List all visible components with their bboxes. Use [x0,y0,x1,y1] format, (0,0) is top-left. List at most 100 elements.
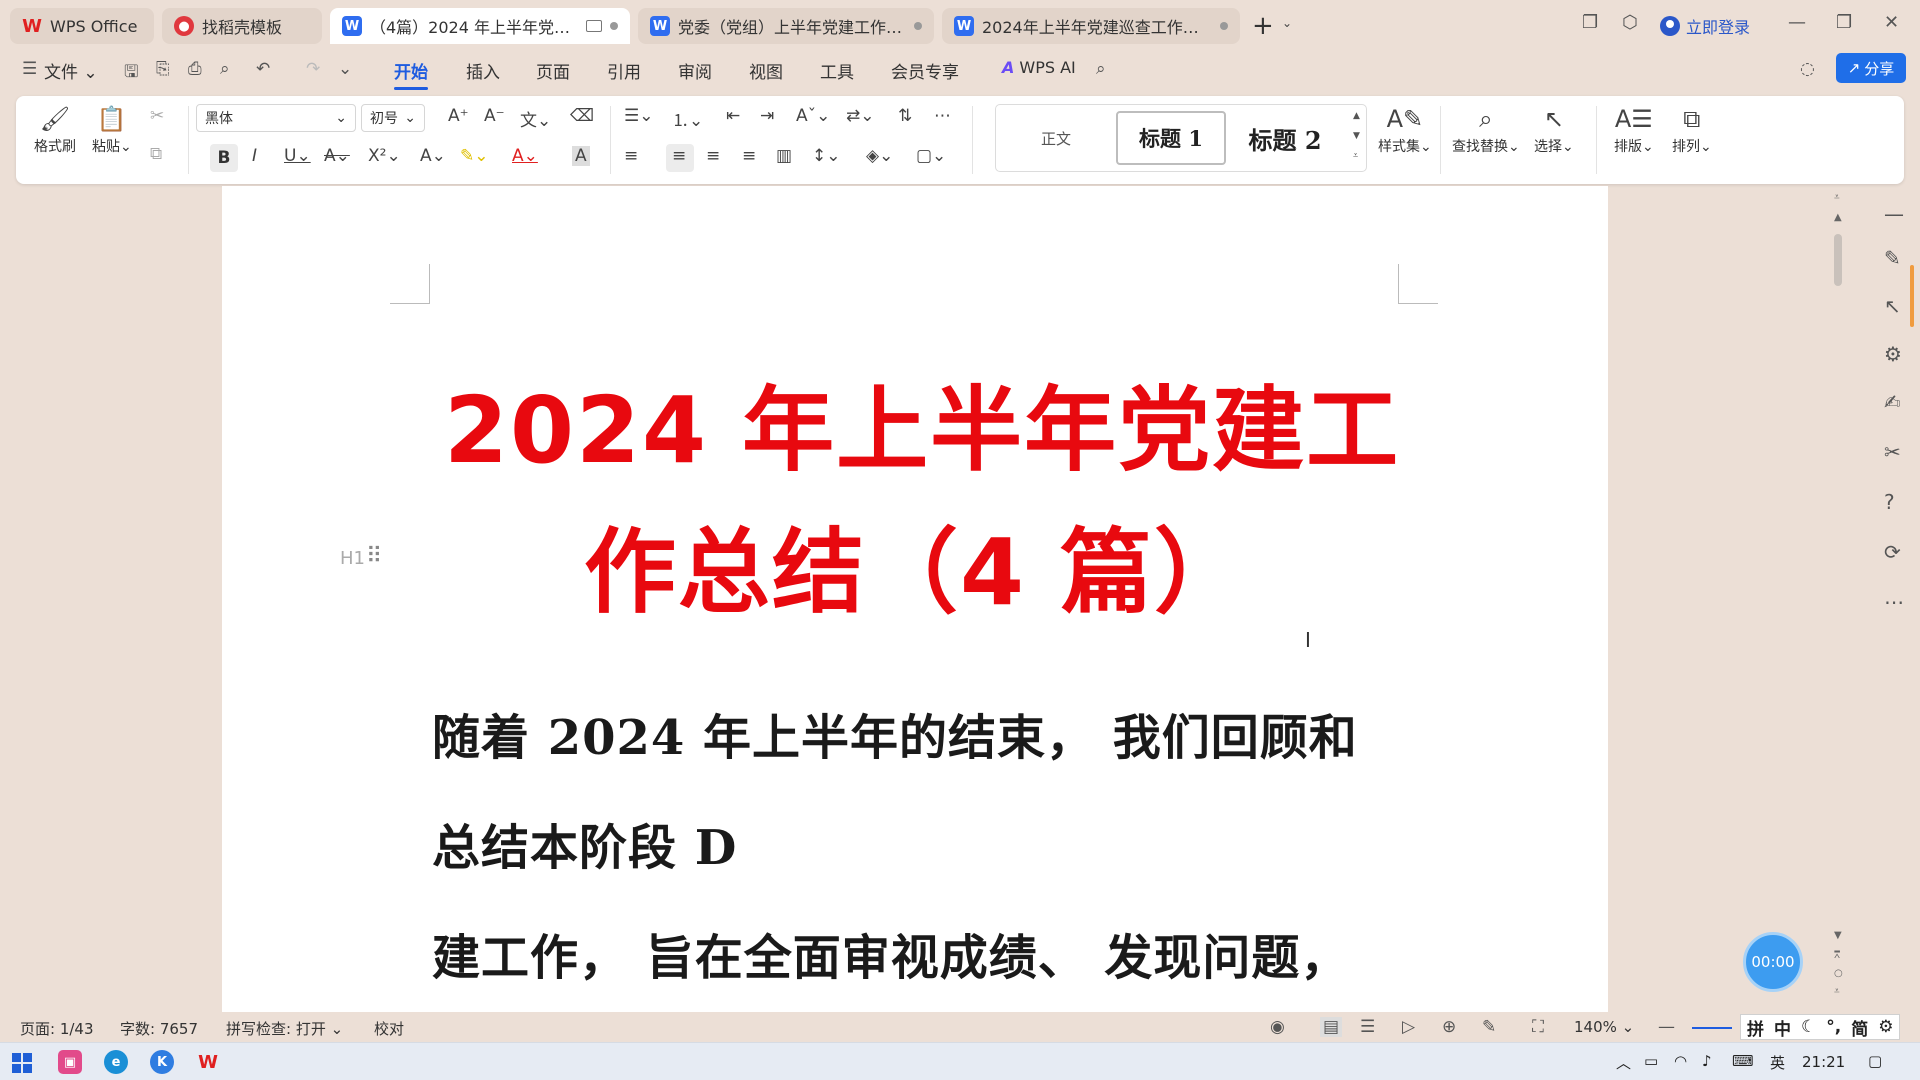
numbered-list-icon[interactable]: ⒈⌄ [672,106,703,131]
zoom-level[interactable]: 140% ⌄ [1574,1018,1634,1036]
increase-font-icon[interactable]: A⁺ [448,106,469,126]
strikethrough-icon[interactable]: A⌄ [324,146,350,166]
align-right-icon[interactable]: ≡ [706,146,720,166]
undo-icon[interactable]: ↶ [256,59,270,79]
unsaved-dot-icon[interactable] [914,22,922,30]
page-view-icon[interactable]: ▤ [1320,1017,1343,1037]
play-icon[interactable]: ▷ [1402,1017,1415,1037]
search-icon[interactable]: ⌕ [1096,59,1106,79]
body-paragraph-line[interactable]: 建工作， 旨在全面审视成绩、 发现问题， [432,918,1349,988]
wifi-icon[interactable]: ◠ [1674,1052,1687,1070]
phonetic-guide-icon[interactable]: 文⌄ [520,106,551,131]
recording-timer[interactable]: 00:00 [1743,932,1803,992]
browse-object-icon[interactable]: ○ [1834,968,1843,979]
word-count[interactable]: 字数: 7657 [120,1018,198,1039]
layout-button[interactable]: A☰ 排版⌄ [1614,102,1654,156]
pointer-select-icon[interactable]: ↖ [1884,294,1901,318]
restore-icon[interactable]: ❐ [1836,12,1852,33]
menu-tab-insert[interactable]: 插入 [466,58,500,83]
style-heading-2[interactable]: 标题 2 [1230,111,1340,165]
pen-mode-icon[interactable]: ✎ [1482,1017,1496,1037]
tab-wps-office[interactable]: W WPS Office [10,8,154,44]
scroll-up-icon[interactable]: ▲ [1353,111,1360,121]
copy-icon[interactable]: ⧉ [150,144,162,164]
italic-icon[interactable]: I [252,146,257,166]
show-marks-icon[interactable]: ⋯ [934,106,951,126]
input-language[interactable]: 英 [1770,1052,1785,1073]
decrease-font-icon[interactable]: A⁻ [484,106,505,126]
menu-tab-page[interactable]: 页面 [536,58,570,83]
battery-icon[interactable]: ▭ [1644,1052,1658,1070]
ime-pinyin[interactable]: 拼 [1747,1015,1764,1040]
tab-docer-templates[interactable]: ● 找稻壳模板 [162,8,322,44]
align-left-icon[interactable]: ≡ [624,146,638,166]
cube-icon[interactable]: ⬡ [1622,12,1638,33]
sort-order-icon[interactable]: ⇅ [898,106,912,126]
decrease-indent-icon[interactable]: ⇤ [726,106,740,126]
ime-punct-icon[interactable]: °, [1826,1017,1841,1037]
font-size-select[interactable]: 初号 ⌄ [361,104,425,132]
style-normal[interactable]: 正文 [1004,111,1108,165]
minimize-icon[interactable]: — [1788,12,1806,33]
signature-icon[interactable]: ✍ [1884,390,1901,414]
login-button[interactable]: 立即登录 [1660,14,1750,38]
document-title-line-2[interactable]: 作总结（4 篇） [584,498,1248,631]
window-layout-icon[interactable]: ❐ [1582,12,1598,33]
web-view-icon[interactable]: ⊕ [1442,1017,1456,1037]
menu-tab-review[interactable]: 审阅 [678,58,712,83]
menu-tab-tools[interactable]: 工具 [820,58,854,83]
previous-page-icon[interactable]: ⩞ [1834,950,1840,961]
scroll-down-icon[interactable]: ▼ [1353,131,1360,141]
tab-inspection-notice[interactable]: W 2024年上半年党建巡查工作通知.docx [942,8,1240,44]
menu-tab-member[interactable]: 会员专享 [891,58,959,83]
text-effect-icon[interactable]: A⌄ [420,146,446,166]
distribute-icon[interactable]: ▥ [776,146,792,166]
text-direction-icon[interactable]: Aˇ⌄ [796,106,830,126]
sync-icon[interactable]: ⟳ [1884,540,1901,564]
border-icon[interactable]: ▢⌄ [916,146,946,166]
fit-page-icon[interactable]: ⛶ [1532,1017,1544,1037]
highlight-icon[interactable]: ✎⌄ [460,146,489,166]
more-icon[interactable]: ⋯ [1884,590,1904,614]
style-set-button[interactable]: A✎ 样式集⌄ [1378,102,1432,156]
edge-browser-icon[interactable]: e [104,1050,128,1074]
file-menu[interactable]: 文件 ⌄ [44,58,98,83]
windows-start-icon[interactable] [12,1053,32,1073]
menu-tab-references[interactable]: 引用 [607,58,641,83]
font-name-select[interactable]: 黑体 ⌄ [196,104,356,132]
scrollbar-thumb[interactable] [1834,234,1842,286]
format-painter-button[interactable]: 🖌 格式刷 [34,102,76,156]
increase-indent-icon[interactable]: ⇥ [760,106,774,126]
line-spacing-icon[interactable]: ↕⌄ [812,146,841,166]
outline-view-icon[interactable]: ☰ [1360,1017,1375,1037]
arrange-button[interactable]: ⧉ 排列⌄ [1672,102,1712,156]
unsaved-dot-icon[interactable] [1220,22,1228,30]
unsaved-dot-icon[interactable] [610,22,618,30]
adjust-settings-icon[interactable]: ⚙ [1884,342,1902,366]
tab-current-document[interactable]: W （4篇）2024 年上半年党建工作总结 [330,8,630,44]
print-icon[interactable]: ⎙ [188,59,202,79]
share-button[interactable]: ↗ 分享 [1836,53,1906,83]
tray-expand-icon[interactable]: ︿ [1616,1052,1631,1073]
shading-icon[interactable]: ◈⌄ [866,146,893,166]
scroll-down-arrow-icon[interactable]: ▼ [1834,930,1842,941]
collapse-panel-icon[interactable]: — [1884,202,1904,226]
spell-check-toggle[interactable]: 拼写检查: 打开 ⌄ [226,1018,343,1039]
superscript-icon[interactable]: X²⌄ [368,146,401,166]
hamburger-icon[interactable]: ☰ [22,59,37,79]
pen-edit-icon[interactable]: ✎ [1884,246,1901,270]
menu-tab-home[interactable]: 开始 [394,58,428,90]
new-tab-icon[interactable]: + [1252,12,1274,40]
save-icon[interactable]: 🖫 [124,59,138,88]
keyboard-icon[interactable]: ⌨ [1732,1052,1754,1070]
sort-icon[interactable]: ⇄⌄ [846,106,875,126]
tab-party-committee-summary[interactable]: W 党委（党组）上半年党建工作总结 [638,8,934,44]
photo-app-icon[interactable]: ▣ [58,1050,82,1074]
help-icon[interactable]: ? [1884,490,1895,514]
ime-settings-icon[interactable]: ⚙ [1878,1017,1893,1037]
document-title-line-1[interactable]: 2024 年上半年党建工 [444,356,1400,489]
style-heading-1[interactable]: 标题 1 [1116,111,1226,165]
chat-icon[interactable]: ◌ [1800,59,1815,79]
next-page-icon[interactable]: ⩡ [1834,986,1840,997]
redo-icon[interactable]: ↷ [306,59,320,79]
